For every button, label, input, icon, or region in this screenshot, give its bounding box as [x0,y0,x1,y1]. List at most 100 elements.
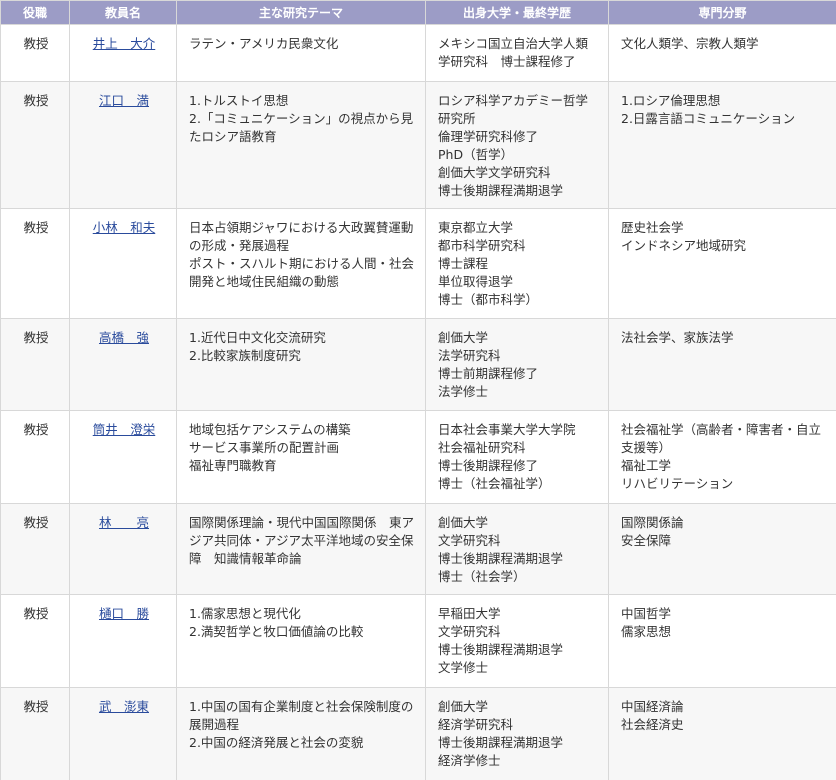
faculty-name-link[interactable]: 小林 和夫 [93,220,156,235]
specialty-field-cell: 国際関係論 安全保障 [608,503,836,595]
education-line: 倫理学研究科修了 [438,129,539,144]
education-line: 博士（都市科学） [438,292,539,307]
header-education: 出身大学・最終学歴 [425,0,609,25]
education-line: 博士課程 [438,256,489,271]
research-theme-cell: ラテン・アメリカ民衆文化 [176,24,426,82]
specialty-field-cell: 社会福祉学（高齢者・障害者・自立支援等） 福祉工学リハビリテーション [608,410,836,504]
faculty-name-link[interactable]: 林 亮 [99,515,149,530]
specialty-field-cell: 中国哲学 儒家思想 [608,594,836,688]
research-theme-cell: 日本占領期ジャワにおける大政翼賛運動の形成・発展過程 ポスト・スハルト期における人… [176,208,426,319]
education-line: 博士（社会学） [438,569,526,584]
research-theme-line: 2.比較家族制度研究 [189,348,301,363]
education-cell: 早稲田大学 文学研究科 博士後期課程満期退学 文学修士 [425,594,609,688]
name-cell: 武 澎東 [69,687,177,780]
faculty-name-link[interactable]: 樋口 勝 [99,606,149,621]
rank-cell: 教授 [0,318,70,411]
education-line: 博士後期課程修了 [438,458,539,473]
rank-cell: 教授 [0,410,70,504]
education-line: 東京都立大学 [438,220,514,235]
rank-cell: 教授 [0,594,70,688]
table-row: 教授 小林 和夫 日本占領期ジャワにおける大政翼賛運動の形成・発展過程 ポスト・スハル… [0,208,836,319]
education-line: メキシコ国立自治大学人類学研究科 博士課程修了 [438,36,589,69]
education-line: 博士後期課程満期退学 [438,642,564,657]
education-line: 早稲田大学 [438,606,501,621]
education-line: 経済学修士 [438,753,501,768]
specialty-field-line: 社会福祉学（高齢者・障害者・自立支援等） [621,422,822,455]
specialty-field-line: 歴史社会学 [621,220,684,235]
research-theme-cell: 1.近代日中文化交流研究 2.比較家族制度研究 [176,318,426,411]
research-theme-line: ポスト・スハルト期における人間・社会開発と地域住民組織の動態 [189,256,415,289]
rank-cell: 教授 [0,208,70,319]
faculty-name-link[interactable]: 井上 大介 [93,36,156,51]
education-line: 日本社会事業大学大学院 [438,422,576,437]
specialty-field-cell: 法社会学、家族法学 [608,318,836,411]
education-line: 社会福祉研究科 [438,440,526,455]
table-row: 教授 樋口 勝 1.儒家思想と現代化 2.満契哲学と牧口価値論の比較 早稲田大学 文学研究… [0,594,836,688]
education-line: 創価大学 [438,515,489,530]
research-theme-line: サービス事業所の配置計画 [189,440,340,455]
education-line: 経済学研究科 [438,717,514,732]
research-theme-line: 2.「コミュニケーション」の視点から見たロシア語教育 [189,111,414,144]
research-theme-line: 地域包括ケアシステムの構築 [189,422,351,437]
education-cell: 日本社会事業大学大学院 社会福祉研究科 博士後期課程修了 博士（社会福祉学） [425,410,609,504]
faculty-name-link[interactable]: 武 澎東 [99,699,149,714]
research-theme-line: 2.中国の経済発展と社会の変貌 [189,735,364,750]
education-line: 創価大学 [438,330,489,345]
education-line: 都市科学研究科 [438,238,526,253]
faculty-name-link[interactable]: 筒井 澄栄 [93,422,156,437]
faculty-name-link[interactable]: 高橋 強 [99,330,149,345]
specialty-field-cell: 1.ロシア倫理思想 2.日露言語コミュニケーション [608,81,836,209]
education-cell: 東京都立大学 都市科学研究科 博士課程単位取得退学博士（都市科学） [425,208,609,319]
research-theme-line: ラテン・アメリカ民衆文化 [189,36,339,51]
education-line: 博士（社会福祉学） [438,476,551,491]
faculty-name-link[interactable]: 江口 満 [99,93,149,108]
education-line: 単位取得退学 [438,274,514,289]
table-row: 教授 高橋 強 1.近代日中文化交流研究 2.比較家族制度研究 創価大学 法学研究科 博士前… [0,318,836,411]
header-rank: 役職 [0,0,70,25]
specialty-field-cell: 中国経済論 社会経済史 [608,687,836,780]
table-row: 教授 井上 大介 ラテン・アメリカ民衆文化 メキシコ国立自治大学人類学研究科 博士課程… [0,24,836,82]
research-theme-line: 1.中国の国有企業制度と社会保険制度の展開過程 [189,699,414,732]
research-theme-line: 1.トルストイ思想 [189,93,289,108]
education-line: 創価大学 [438,699,489,714]
education-cell: メキシコ国立自治大学人類学研究科 博士課程修了 [425,24,609,82]
name-cell: 小林 和夫 [69,208,177,319]
name-cell: 高橋 強 [69,318,177,411]
table-row: 教授 武 澎東 1.中国の国有企業制度と社会保険制度の展開過程 2.中国の経済発展と社… [0,687,836,780]
specialty-field-line: 中国経済論 [621,699,684,714]
specialty-field-line: 安全保障 [621,533,672,548]
research-theme-line: 2.満契哲学と牧口価値論の比較 [189,624,364,639]
education-cell: 創価大学 法学研究科 博士前期課程修了 法学修士 [425,318,609,411]
research-theme-cell: 1.トルストイ思想 2.「コミュニケーション」の視点から見たロシア語教育 [176,81,426,209]
specialty-field-line: リハビリテーション [621,476,734,491]
name-cell: 林 亮 [69,503,177,595]
education-line: 法学研究科 [438,348,501,363]
education-line: 法学修士 [438,384,489,399]
header-research-theme: 主な研究テーマ [176,0,426,25]
name-cell: 江口 満 [69,81,177,209]
specialty-field-line: 福祉工学 [621,458,672,473]
rank-cell: 教授 [0,24,70,82]
table-header-row: 役職 教員名 主な研究テーマ 出身大学・最終学歴 専門分野 [0,0,836,25]
education-line: PhD（哲学） [438,147,514,162]
research-theme-cell: 1.中国の国有企業制度と社会保険制度の展開過程 2.中国の経済発展と社会の変貌 [176,687,426,780]
specialty-field-line: 儒家思想 [621,624,672,639]
research-theme-cell: 1.儒家思想と現代化 2.満契哲学と牧口価値論の比較 [176,594,426,688]
education-cell: 創価大学 文学研究科 博士後期課程満期退学 博士（社会学） [425,503,609,595]
education-line: ロシア科学アカデミー哲学研究所 [438,93,589,126]
specialty-field-line: 文化人類学、宗教人類学 [621,36,759,51]
table-row: 教授 筒井 澄栄 地域包括ケアシステムの構築 サービス事業所の配置計画 福祉専門職教育 日… [0,410,836,504]
education-line: 文学修士 [438,660,489,675]
table-row: 教授 林 亮 国際関係理論・現代中国国際関係 東アジア共同体・アジア太平洋地域の安全… [0,503,836,595]
education-line: 博士後期課程満期退学 [438,735,564,750]
specialty-field-line: 1.ロシア倫理思想 [621,93,721,108]
specialty-field-cell: 歴史社会学 インドネシア地域研究 [608,208,836,319]
education-line: 博士後期課程満期退学 [438,183,564,198]
education-cell: ロシア科学アカデミー哲学研究所倫理学研究科修了 PhD（哲学） 創価大学文学研究科博… [425,81,609,209]
specialty-field-line: 国際関係論 [621,515,684,530]
research-theme-line: 福祉専門職教育 [189,458,277,473]
education-line: 文学研究科 [438,533,501,548]
education-line: 創価大学文学研究科 [438,165,551,180]
rank-cell: 教授 [0,81,70,209]
specialty-field-line: 2.日露言語コミュニケーション [621,111,796,126]
